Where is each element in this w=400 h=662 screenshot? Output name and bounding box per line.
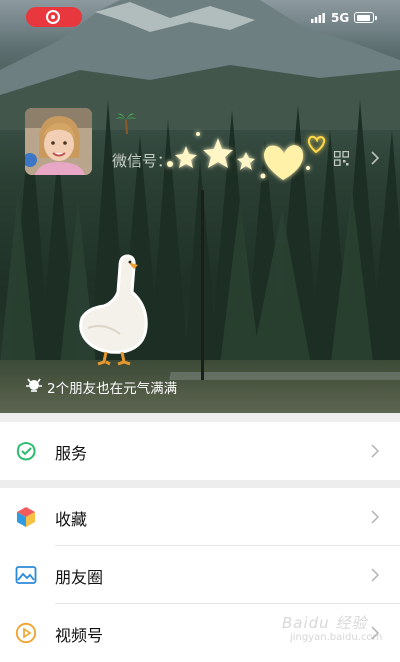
menu-label-channels: 视频号 — [55, 626, 104, 645]
menu-item-services[interactable]: 服务 — [0, 422, 400, 480]
profile-header[interactable] — [0, 0, 400, 413]
screen-record-icon — [46, 10, 60, 24]
menu-label-moments: 朋友圈 — [55, 568, 104, 587]
chevron-right-icon — [371, 510, 379, 524]
status-icon[interactable] — [24, 376, 44, 393]
services-icon — [16, 442, 36, 461]
sparkle-stars-heart-icon[interactable] — [158, 128, 333, 190]
network-type: 5G — [331, 11, 350, 25]
screen-record-indicator[interactable] — [26, 7, 82, 27]
menu-label-services: 服务 — [55, 444, 88, 463]
friends-status-text[interactable]: 2个朋友也在元气满满 — [47, 377, 177, 397]
status-bar: 5G — [0, 0, 400, 36]
menu-group-services: 服务 — [0, 422, 400, 480]
moments-image-icon — [15, 566, 37, 584]
menu-label-favorites: 收藏 — [55, 510, 88, 529]
menu-item-favorites[interactable]: 收藏 — [0, 488, 400, 546]
chevron-right-icon — [371, 444, 379, 458]
menu-item-moments[interactable]: 朋友圈 — [0, 546, 400, 604]
palm-tree-icon — [116, 113, 136, 134]
chevron-right-icon — [371, 568, 379, 582]
chevron-right-icon[interactable] — [370, 150, 380, 166]
lamp-pole — [201, 190, 204, 380]
favorites-cube-icon — [17, 507, 35, 527]
signal-icon — [311, 13, 325, 23]
watermark: Baidu 经验 — [282, 614, 368, 632]
forest-backdrop — [0, 100, 400, 370]
channels-play-icon — [15, 622, 37, 644]
watermark-url: jingyan.baidu.com — [290, 632, 383, 643]
qr-code-icon[interactable] — [334, 151, 349, 166]
battery-icon — [354, 12, 377, 23]
avatar[interactable] — [25, 108, 92, 175]
avatar-photo — [25, 108, 92, 175]
goose-sticker[interactable] — [76, 252, 156, 367]
